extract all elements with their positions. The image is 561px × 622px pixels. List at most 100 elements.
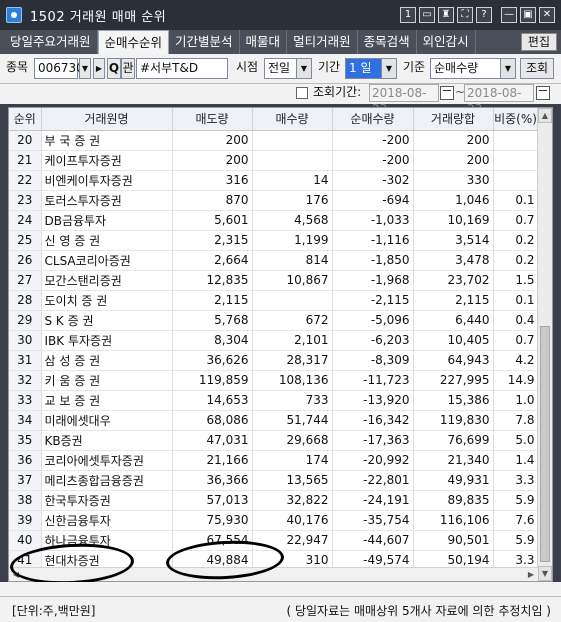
column-header-rank[interactable]: 순위	[9, 108, 42, 131]
cell-buy-volume: 733	[252, 390, 333, 411]
table-row[interactable]: 34 미래에셋대우 68,086 51,744 -16,342 119,830 7.8	[9, 410, 539, 431]
edit-button[interactable]: 편집	[520, 33, 557, 51]
cell-rank: 40	[9, 530, 42, 551]
column-header-sell-volume[interactable]: 매도량	[172, 108, 253, 131]
tab-bar: 당일주요거래원 순매수순위 기간별분석 매물대 멀티거래원 종목검색 외인감시 …	[0, 30, 561, 54]
cell-ratio: 0.7	[493, 330, 539, 351]
help-icon[interactable]: ?	[476, 7, 492, 23]
tab-period-analysis[interactable]: 기간별분석	[169, 30, 240, 54]
tab-supply-zone[interactable]: 매물대	[240, 30, 288, 54]
cell-total-volume: 200	[413, 150, 494, 171]
table-row[interactable]: 35 KB증권 47,031 29,668 -17,363 76,699 5.0	[9, 430, 539, 451]
copy-window-icon[interactable]: ▭	[419, 7, 435, 23]
search-icon[interactable]: Q	[107, 58, 121, 79]
cell-total-volume: 3,478	[413, 250, 494, 271]
table-row[interactable]: 32 키 움 증 권 119,859 108,136 -11,723 227,995 14.…	[9, 370, 539, 391]
table-row[interactable]: 20 부 국 증 권 200 -200 200	[9, 130, 539, 151]
time-point-label: 시점	[236, 60, 259, 74]
title-bar: 1502 거래원 매매 순위 1 ▭ ♜ ⛶ ? — ▣ ✕	[0, 0, 561, 30]
cell-buy-volume: 13,565	[252, 470, 333, 491]
date-to-input[interactable]: 2018-08-23	[464, 84, 534, 116]
cell-net-buy: -11,723	[332, 370, 414, 391]
scroll-up-icon[interactable]: ▲	[538, 108, 552, 123]
column-header-ratio[interactable]: 비중(%)	[493, 108, 539, 131]
pin-icon[interactable]: ♜	[438, 7, 454, 23]
expand-icon[interactable]: ⛶	[457, 7, 473, 23]
cell-total-volume: 3,514	[413, 230, 494, 251]
date-from-input[interactable]: 2018-08-23	[369, 84, 439, 116]
cell-total-volume: 6,440	[413, 310, 494, 331]
maximize-button[interactable]: ▣	[520, 7, 536, 23]
column-header-buy-volume[interactable]: 매수량	[252, 108, 333, 131]
table-row[interactable]: 25 신 영 증 권 2,315 1,199 -1,116 3,514 0.2	[9, 230, 539, 251]
next-stock-button[interactable]: ▶	[93, 58, 105, 79]
column-header-total-volume[interactable]: 거래량합	[413, 108, 494, 131]
tab-foreign-monitor[interactable]: 외인감시	[417, 30, 476, 54]
cell-sell-volume: 14,653	[172, 390, 253, 411]
time-point-select[interactable]: 전일 ▼	[264, 58, 312, 79]
cell-ratio: 3.3	[493, 470, 539, 491]
table-row[interactable]: 27 모간스탠리증권 12,835 10,867 -1,968 23,702 1.5	[9, 270, 539, 291]
tab-daily-major-brokers[interactable]: 당일주요거래원	[4, 30, 98, 54]
cell-total-volume: 10,405	[413, 330, 494, 351]
cell-sell-volume: 21,166	[172, 450, 253, 471]
table-row[interactable]: 29 S K 증 권 5,768 672 -5,096 6,440 0.4	[9, 310, 539, 331]
cell-buy-volume: 4,568	[252, 210, 333, 231]
table-row[interactable]: 24 DB금융투자 5,601 4,568 -1,033 10,169 0.7	[9, 210, 539, 231]
table-row[interactable]: 30 IBK 투자증권 8,304 2,101 -6,203 10,405 0.7	[9, 330, 539, 351]
table-row[interactable]: 26 CLSA코리아증권 2,664 814 -1,850 3,478 0.2	[9, 250, 539, 271]
period-label: 기간	[318, 60, 341, 74]
cell-broker-name: 부 국 증 권	[41, 130, 173, 151]
minimize-button[interactable]: —	[501, 7, 517, 23]
calendar-icon[interactable]	[536, 86, 550, 100]
scroll-thumb[interactable]	[540, 326, 550, 562]
period-select[interactable]: 1 일 ▼	[345, 58, 397, 79]
cell-broker-name: 신 영 증 권	[41, 230, 173, 251]
cell-broker-name: S K 증 권	[41, 310, 173, 331]
cell-buy-volume: 672	[252, 310, 333, 331]
cell-broker-name: 메리츠종합금융증권	[41, 470, 173, 491]
cell-net-buy: -302	[332, 170, 414, 191]
table-row[interactable]: 23 토러스투자증권 870 176 -694 1,046 0.1	[9, 190, 539, 211]
table-row[interactable]: 33 교 보 증 권 14,653 733 -13,920 15,386 1.0	[9, 390, 539, 411]
query-button[interactable]: 조회	[520, 58, 554, 79]
column-header-broker[interactable]: 거래원명	[41, 108, 173, 131]
cell-net-buy: -5,096	[332, 310, 414, 331]
scroll-right-icon[interactable]: ▶	[524, 568, 538, 581]
cell-rank: 23	[9, 190, 42, 211]
date-range-checkbox[interactable]	[296, 87, 308, 99]
link-number-button[interactable]: 1	[400, 7, 416, 23]
stock-code-input[interactable]: 006730	[34, 58, 84, 79]
calendar-icon[interactable]	[440, 86, 454, 100]
table-row[interactable]: 31 삼 성 증 권 36,626 28,317 -8,309 64,943 4.2	[9, 350, 539, 371]
close-button[interactable]: ✕	[539, 7, 555, 23]
cell-ratio: 0.2	[493, 250, 539, 271]
table-row[interactable]: 38 한국투자증권 57,013 32,822 -24,191 89,835 5.9	[9, 490, 539, 511]
cell-net-buy: -694	[332, 190, 414, 211]
cell-ratio: 4.2	[493, 350, 539, 371]
vertical-scrollbar[interactable]: ▲ ▼	[537, 108, 552, 581]
tab-stock-search[interactable]: 종목검색	[358, 30, 417, 54]
table-row[interactable]: 21 케이프투자증권 200 -200 200	[9, 150, 539, 171]
cell-total-volume: 116,106	[413, 510, 494, 531]
table-row[interactable]: 36 코리아에셋투자증권 21,166 174 -20,992 21,340 1.4	[9, 450, 539, 471]
cell-total-volume: 64,943	[413, 350, 494, 371]
table-row[interactable]: 28 도이치 증 권 2,115 -2,115 2,115 0.1	[9, 290, 539, 311]
column-header-net-buy[interactable]: 순매수량	[332, 108, 414, 131]
cell-buy-volume: 108,136	[252, 370, 333, 391]
scroll-down-icon[interactable]: ▼	[538, 566, 552, 581]
table-row[interactable]: 22 비엔케이투자증권 316 14 -302 330	[9, 170, 539, 191]
interest-stock-button[interactable]: 관	[121, 58, 135, 79]
cell-net-buy: -1,968	[332, 270, 414, 291]
basis-label: 기준	[403, 60, 426, 74]
cell-net-buy: -44,607	[332, 530, 414, 551]
query-toolbar: 종목 006730 ▼ ▶ Q 관 #서부T&D 시점 전일 ▼ 기간 1 일 …	[0, 54, 561, 84]
cell-total-volume: 10,169	[413, 210, 494, 231]
cell-sell-volume: 75,930	[172, 510, 253, 531]
tab-net-buy-ranking[interactable]: 순매수순위	[97, 30, 170, 54]
stock-code-dropdown-button[interactable]: ▼	[79, 58, 91, 79]
table-row[interactable]: 39 신한금융투자 75,930 40,176 -35,754 116,106 7.6	[9, 510, 539, 531]
basis-select[interactable]: 순매수량 ▼	[430, 58, 516, 79]
tab-multi-broker[interactable]: 멀티거래원	[287, 30, 358, 54]
table-row[interactable]: 37 메리츠종합금융증권 36,366 13,565 -22,801 49,931 3.3	[9, 470, 539, 491]
